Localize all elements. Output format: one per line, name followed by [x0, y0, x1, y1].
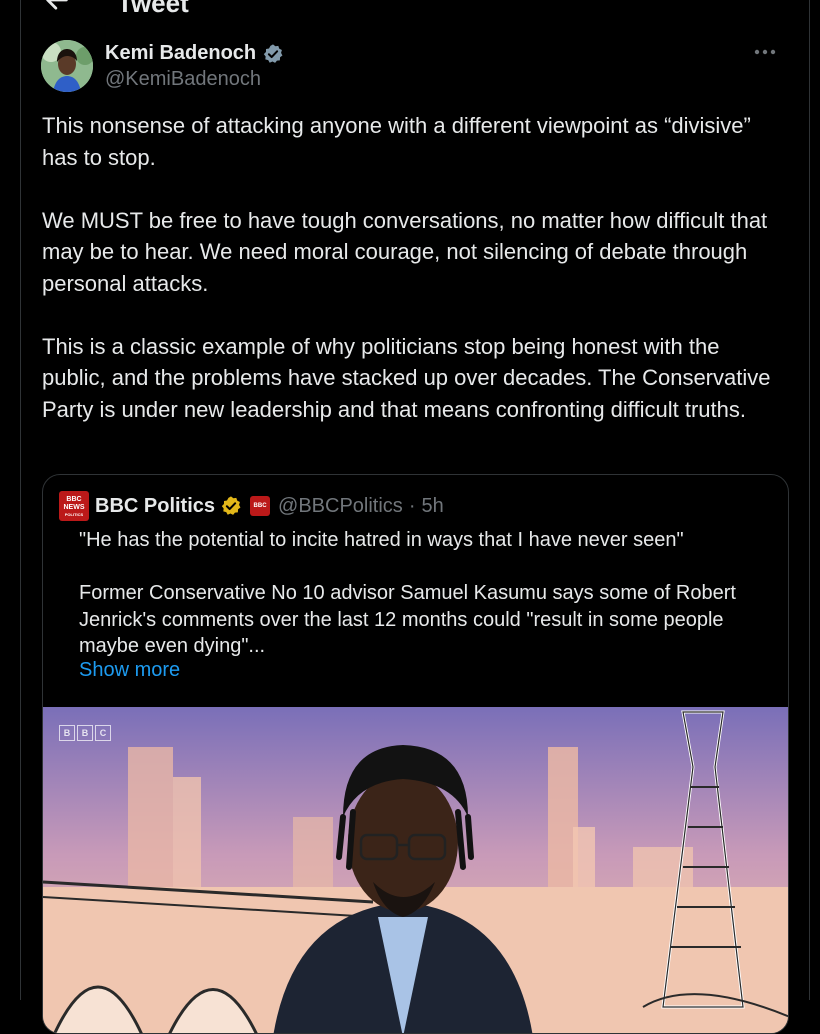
tweet-paragraph: This nonsense of attacking anyone with a… [42, 113, 751, 170]
name-row: Kemi Badenoch [105, 42, 284, 65]
bbc-watermark: B B C [59, 725, 111, 741]
affiliate-logo: BBC [250, 496, 271, 516]
more-horizontal-icon[interactable] [753, 48, 777, 56]
tweet-column: Tweet Kemi Badenoch @KemiBadenoch This n… [20, 0, 810, 1034]
arrow-left-icon[interactable] [43, 0, 71, 14]
tweet-paragraph: This is a classic example of why politic… [42, 333, 771, 422]
gold-verified-badge-icon [221, 496, 241, 515]
media-image[interactable]: B B C [43, 707, 788, 1033]
quoted-handle[interactable]: @BBCPolitics [278, 495, 403, 518]
quoted-display-name[interactable]: BBC Politics [95, 495, 215, 518]
handle[interactable]: @KemiBadenoch [105, 68, 261, 91]
separator-dot: · [408, 494, 416, 517]
avatar[interactable] [41, 40, 93, 92]
show-more-link[interactable]: Show more [79, 659, 180, 682]
tweet-paragraph: We MUST be free to have tough conversati… [42, 207, 768, 296]
quoted-paragraph: Former Conservative No 10 advisor Samuel… [79, 582, 736, 657]
quoted-tweet[interactable]: BBC NEWS POLITICS BBC Politics BBC @BBCP… [42, 474, 789, 1034]
page-title: Tweet [117, 0, 189, 16]
tweet-text: This nonsense of attacking anyone with a… [42, 110, 782, 425]
quoted-paragraph: "He has the potential to incite hatred i… [79, 529, 684, 551]
top-bar: Tweet [21, 0, 809, 16]
tweet-author: Kemi Badenoch @KemiBadenoch [41, 38, 781, 94]
quoted-text: "He has the potential to incite hatred i… [79, 527, 769, 660]
quoted-timestamp[interactable]: 5h [421, 495, 443, 518]
bbc-news-logo[interactable]: BBC NEWS POLITICS [59, 491, 89, 521]
quoted-tweet-header: BBC NEWS POLITICS BBC Politics BBC @BBCP… [59, 491, 444, 521]
display-name[interactable]: Kemi Badenoch [105, 42, 256, 65]
verified-badge-icon [263, 43, 283, 63]
